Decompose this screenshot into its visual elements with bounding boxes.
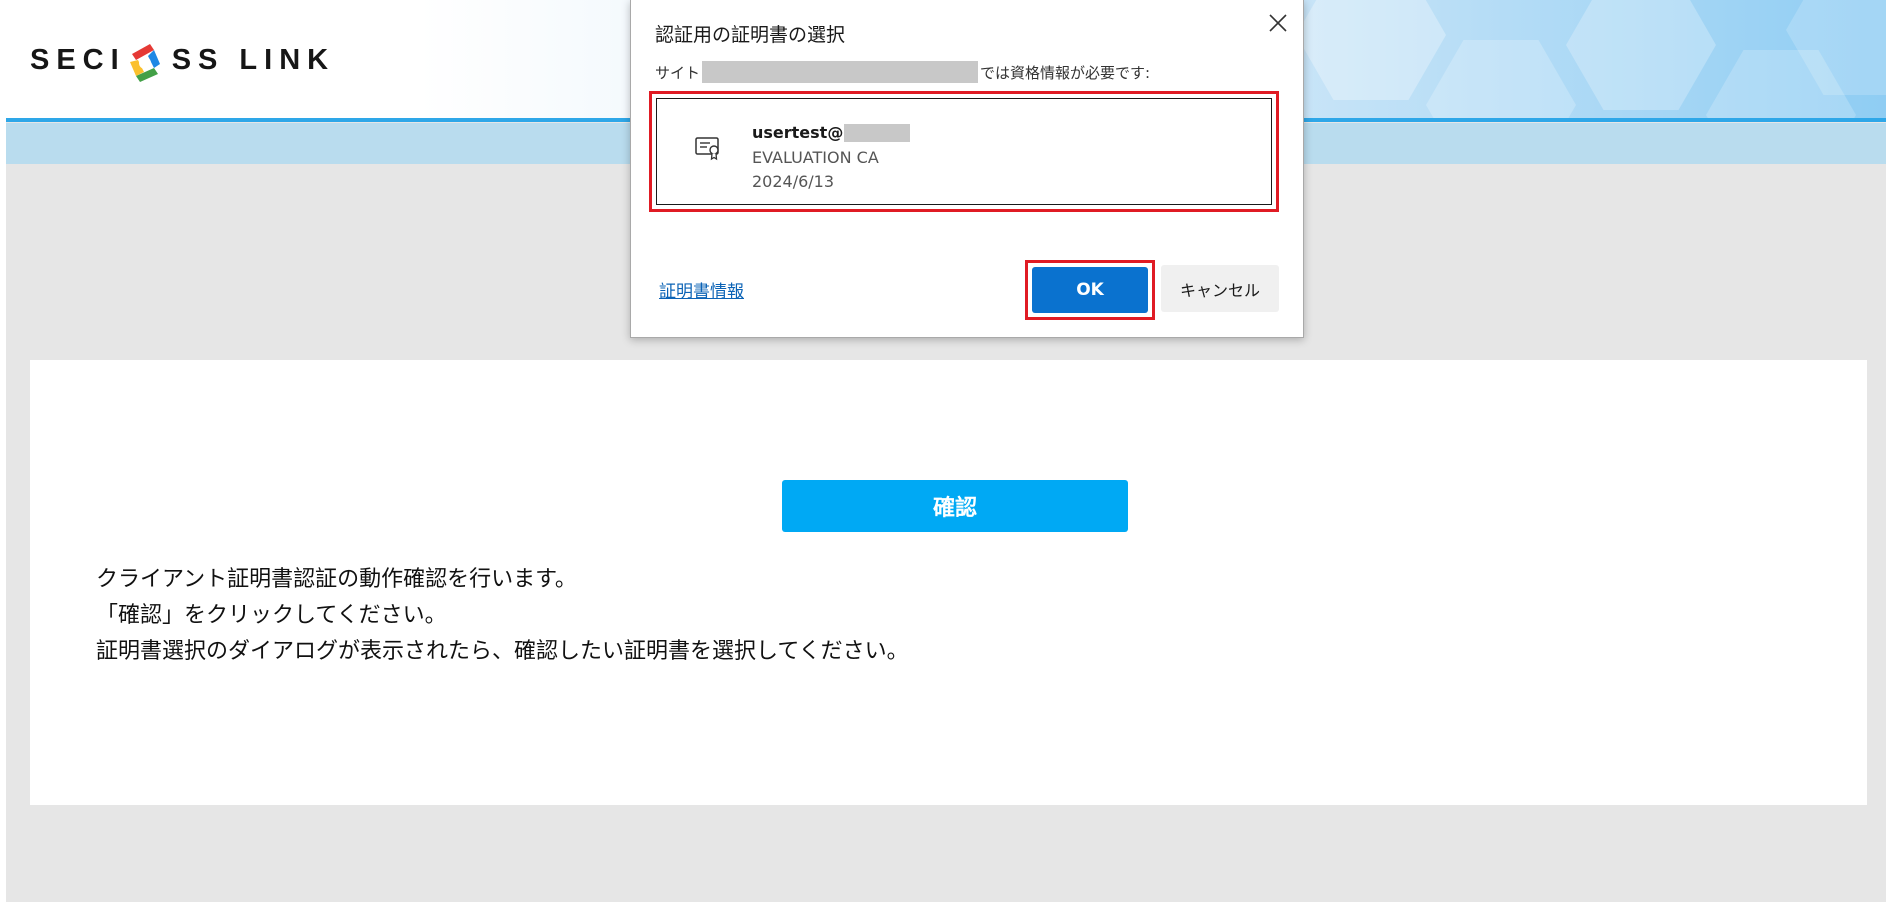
logo-mark-icon <box>129 44 160 82</box>
ok-button-highlight: OK <box>1025 260 1155 320</box>
main-card: 確認 クライアント証明書認証の動作確認を行います。 「確認」をクリックしてくださ… <box>30 360 1867 805</box>
dialog-title: 認証用の証明書の選択 <box>655 24 846 46</box>
redacted-domain <box>844 123 911 142</box>
site-prefix: サイト <box>655 63 701 82</box>
instructions: クライアント証明書認証の動作確認を行います。 「確認」をクリックしてください。 … <box>96 562 909 670</box>
app-frame: SECI SS LINK 確認 クライアント証明書認証の動作確認を行います。 「… <box>6 0 1886 902</box>
header-decoration <box>1426 40 1576 122</box>
certificate-issuer: EVALUATION CA <box>752 148 879 167</box>
logo-text-right: SS LINK <box>171 44 336 76</box>
certificate-icon <box>695 137 719 161</box>
certificate-info-link[interactable]: 証明書情報 <box>659 277 744 302</box>
instruction-line: クライアント証明書認証の動作確認を行います。 <box>96 567 577 592</box>
logo-text-left: SECI <box>30 44 126 76</box>
redacted-site <box>702 61 979 83</box>
certificate-name: usertest@ <box>752 123 911 142</box>
ok-button[interactable]: OK <box>1032 267 1148 313</box>
instruction-line: 証明書選択のダイアログが表示されたら、確認したい証明書を選択してください。 <box>96 639 909 664</box>
confirm-button[interactable]: 確認 <box>782 480 1128 532</box>
certificate-date: 2024/6/13 <box>752 172 835 191</box>
header-decoration <box>1566 0 1716 110</box>
header-decoration <box>1296 0 1446 100</box>
certificate-highlight: usertest@ EVALUATION CA 2024/6/13 <box>649 91 1279 212</box>
certificate-item[interactable]: usertest@ EVALUATION CA 2024/6/13 <box>656 98 1272 205</box>
site-credentials-message: サイト では資格情報が必要です: <box>655 61 1150 83</box>
site-suffix: では資格情報が必要です: <box>980 63 1151 82</box>
close-icon[interactable] <box>1263 8 1293 38</box>
instruction-line: 「確認」をクリックしてください。 <box>96 603 447 628</box>
certificate-selection-dialog: 認証用の証明書の選択 サイト では資格情報が必要です: usertest@ EV… <box>630 0 1304 338</box>
certificate-name-text: usertest@ <box>752 123 844 142</box>
secioss-link-logo[interactable]: SECI SS LINK <box>30 38 335 82</box>
cancel-button[interactable]: キャンセル <box>1161 265 1279 312</box>
